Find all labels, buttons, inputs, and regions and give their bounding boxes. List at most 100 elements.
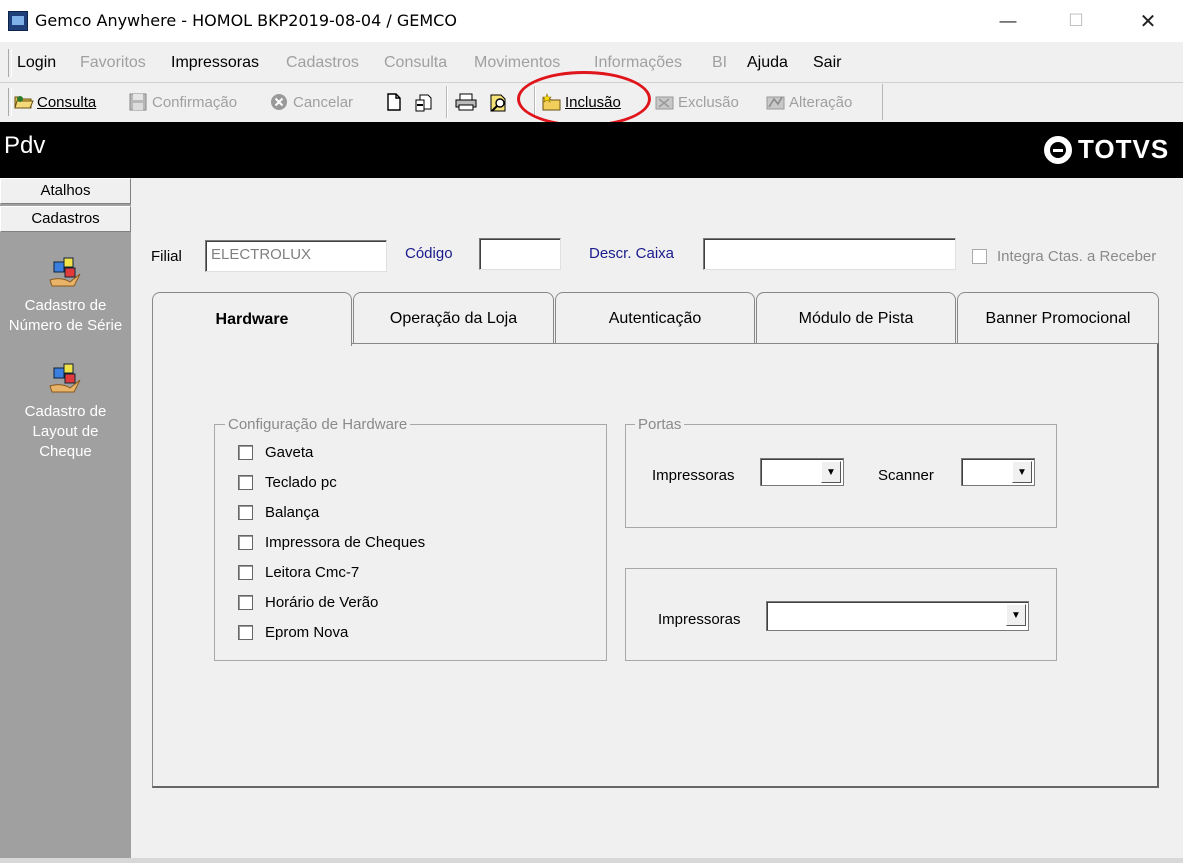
confirmacao-button[interactable]: Confirmação bbox=[129, 92, 237, 112]
tab-hardware[interactable]: Hardware bbox=[152, 292, 352, 346]
leitora-cmc7-checkbox[interactable]: Leitora Cmc-7 bbox=[238, 564, 359, 581]
sidebar-tab-cadastros[interactable]: Cadastros bbox=[0, 206, 131, 232]
toolbar-end-divider bbox=[882, 84, 883, 120]
menu-movimentos[interactable]: Movimentos bbox=[474, 54, 560, 72]
printer-icon bbox=[455, 93, 477, 111]
sidebar-item-label: Cadastro de bbox=[24, 297, 107, 314]
checkbox-box bbox=[238, 475, 253, 490]
exclusao-button[interactable]: Exclusão bbox=[655, 92, 739, 112]
scanner-port-select[interactable]: ▼ bbox=[961, 458, 1035, 486]
sidebar-item-label: Cadastro de bbox=[24, 403, 107, 420]
filial-label: Filial bbox=[151, 248, 182, 265]
checkbox-label: Impressora de Cheques bbox=[265, 534, 426, 551]
copy-document-button[interactable] bbox=[414, 92, 432, 112]
checkbox-label: Eprom Nova bbox=[265, 624, 349, 641]
gaveta-checkbox[interactable]: Gaveta bbox=[238, 444, 313, 461]
impressoras-label: Impressoras bbox=[652, 467, 735, 484]
toolbar-grip bbox=[8, 88, 12, 116]
checkbox-box bbox=[238, 595, 253, 610]
codigo-input[interactable] bbox=[479, 238, 561, 270]
impressoras-label: Impressoras bbox=[658, 611, 741, 628]
print-preview-button[interactable] bbox=[488, 92, 506, 112]
menu-login[interactable]: Login bbox=[17, 54, 56, 72]
alteracao-button[interactable]: Alteração bbox=[766, 92, 852, 112]
menu-impressoras[interactable]: Impressoras bbox=[171, 54, 259, 72]
maximize-button[interactable]: ☐ bbox=[1053, 0, 1099, 42]
sidebar-item-label: Número de Série bbox=[8, 317, 123, 334]
impressoras-select[interactable]: ▼ bbox=[766, 601, 1029, 631]
tab-modulo-pista[interactable]: Módulo de Pista bbox=[756, 292, 956, 344]
menu-sair[interactable]: Sair bbox=[813, 54, 841, 72]
sidebar-item-layout-cheque[interactable]: Cadastro de Layout de Cheque bbox=[0, 360, 131, 462]
copy-document-icon bbox=[414, 93, 432, 112]
checkbox-box bbox=[238, 625, 253, 640]
checkbox-label: Horário de Verão bbox=[265, 594, 379, 611]
app-icon bbox=[8, 11, 28, 31]
brand-name: TOTVS bbox=[1078, 134, 1170, 164]
chevron-down-icon[interactable]: ▼ bbox=[1012, 461, 1032, 483]
chevron-down-icon[interactable]: ▼ bbox=[1006, 604, 1026, 626]
module-header bbox=[0, 122, 1183, 178]
sidebar-tab-atalhos[interactable]: Atalhos bbox=[0, 178, 131, 204]
folder-open-icon bbox=[14, 93, 34, 111]
group-title: Configuração de Hardware bbox=[225, 416, 411, 433]
descr-caixa-input[interactable] bbox=[703, 238, 956, 270]
minimize-button[interactable]: — bbox=[985, 0, 1031, 42]
totvs-emblem-icon bbox=[1044, 135, 1072, 164]
teclado-pc-checkbox[interactable]: Teclado pc bbox=[238, 474, 337, 491]
print-button[interactable] bbox=[455, 92, 477, 112]
checkbox-box bbox=[972, 249, 987, 264]
sidebar-item-label: Layout de bbox=[32, 423, 99, 440]
menu-informacoes[interactable]: Informações bbox=[594, 54, 682, 72]
tab-autenticacao[interactable]: Autenticação bbox=[555, 292, 755, 344]
blocks-icon bbox=[46, 360, 86, 396]
group-title: Portas bbox=[635, 416, 685, 433]
new-document-button[interactable] bbox=[386, 92, 404, 112]
impressora-cheques-checkbox[interactable]: Impressora de Cheques bbox=[238, 534, 425, 551]
print-preview-icon bbox=[488, 93, 506, 112]
checkbox-box bbox=[238, 445, 253, 460]
balanca-checkbox[interactable]: Balança bbox=[238, 504, 319, 521]
menu-grip bbox=[8, 49, 12, 77]
confirmacao-label: Confirmação bbox=[152, 93, 238, 111]
menu-cadastros[interactable]: Cadastros bbox=[286, 54, 359, 72]
window-title: Gemco Anywhere - HOMOL BKP2019-08-04 / G… bbox=[35, 11, 457, 30]
checkbox-label: Balança bbox=[265, 504, 320, 521]
close-button[interactable]: ✕ bbox=[1125, 0, 1171, 42]
chevron-down-icon[interactable]: ▼ bbox=[821, 461, 841, 483]
checkbox-label: Teclado pc bbox=[265, 474, 337, 491]
descr-caixa-label: Descr. Caixa bbox=[589, 245, 675, 262]
module-title: Pdv bbox=[4, 132, 46, 159]
menu-bi[interactable]: BI bbox=[712, 54, 727, 72]
new-document-icon bbox=[386, 93, 404, 111]
cancelar-button[interactable]: Cancelar bbox=[270, 92, 353, 112]
edit-icon bbox=[766, 93, 785, 111]
status-strip bbox=[0, 858, 1183, 863]
sidebar-item-label: Cheque bbox=[39, 443, 92, 460]
menu-favoritos[interactable]: Favoritos bbox=[80, 54, 146, 72]
tab-banner-promocional[interactable]: Banner Promocional bbox=[957, 292, 1159, 344]
sidebar-item-numero-serie[interactable]: Cadastro de Número de Série bbox=[0, 254, 131, 336]
integra-ctas-checkbox[interactable]: Integra Ctas. a Receber bbox=[972, 248, 1156, 265]
highlight-ellipse bbox=[517, 71, 651, 127]
consulta-button[interactable]: Consulta bbox=[14, 92, 96, 112]
cancelar-label: Cancelar bbox=[293, 93, 354, 111]
alteracao-label: Alteração bbox=[789, 93, 853, 111]
menu-consulta[interactable]: Consulta bbox=[384, 54, 447, 72]
checkbox-label: Gaveta bbox=[265, 444, 314, 461]
consulta-label: Consulta bbox=[37, 93, 97, 111]
save-icon bbox=[129, 93, 147, 111]
cancel-icon bbox=[270, 93, 288, 111]
codigo-label: Código bbox=[405, 245, 453, 262]
tab-operacao-loja[interactable]: Operação da Loja bbox=[353, 292, 554, 344]
horario-verao-checkbox[interactable]: Horário de Verão bbox=[238, 594, 378, 611]
exclusao-label: Exclusão bbox=[678, 93, 739, 111]
eprom-nova-checkbox[interactable]: Eprom Nova bbox=[238, 624, 348, 641]
integra-ctas-label: Integra Ctas. a Receber bbox=[997, 248, 1157, 265]
filial-field[interactable]: ELECTROLUX bbox=[205, 240, 387, 272]
menu-ajuda[interactable]: Ajuda bbox=[747, 54, 788, 72]
impressoras-port-select[interactable]: ▼ bbox=[760, 458, 844, 486]
scanner-label: Scanner bbox=[878, 467, 934, 484]
checkbox-box bbox=[238, 505, 253, 520]
totvs-logo: TOTVS bbox=[1044, 134, 1169, 165]
